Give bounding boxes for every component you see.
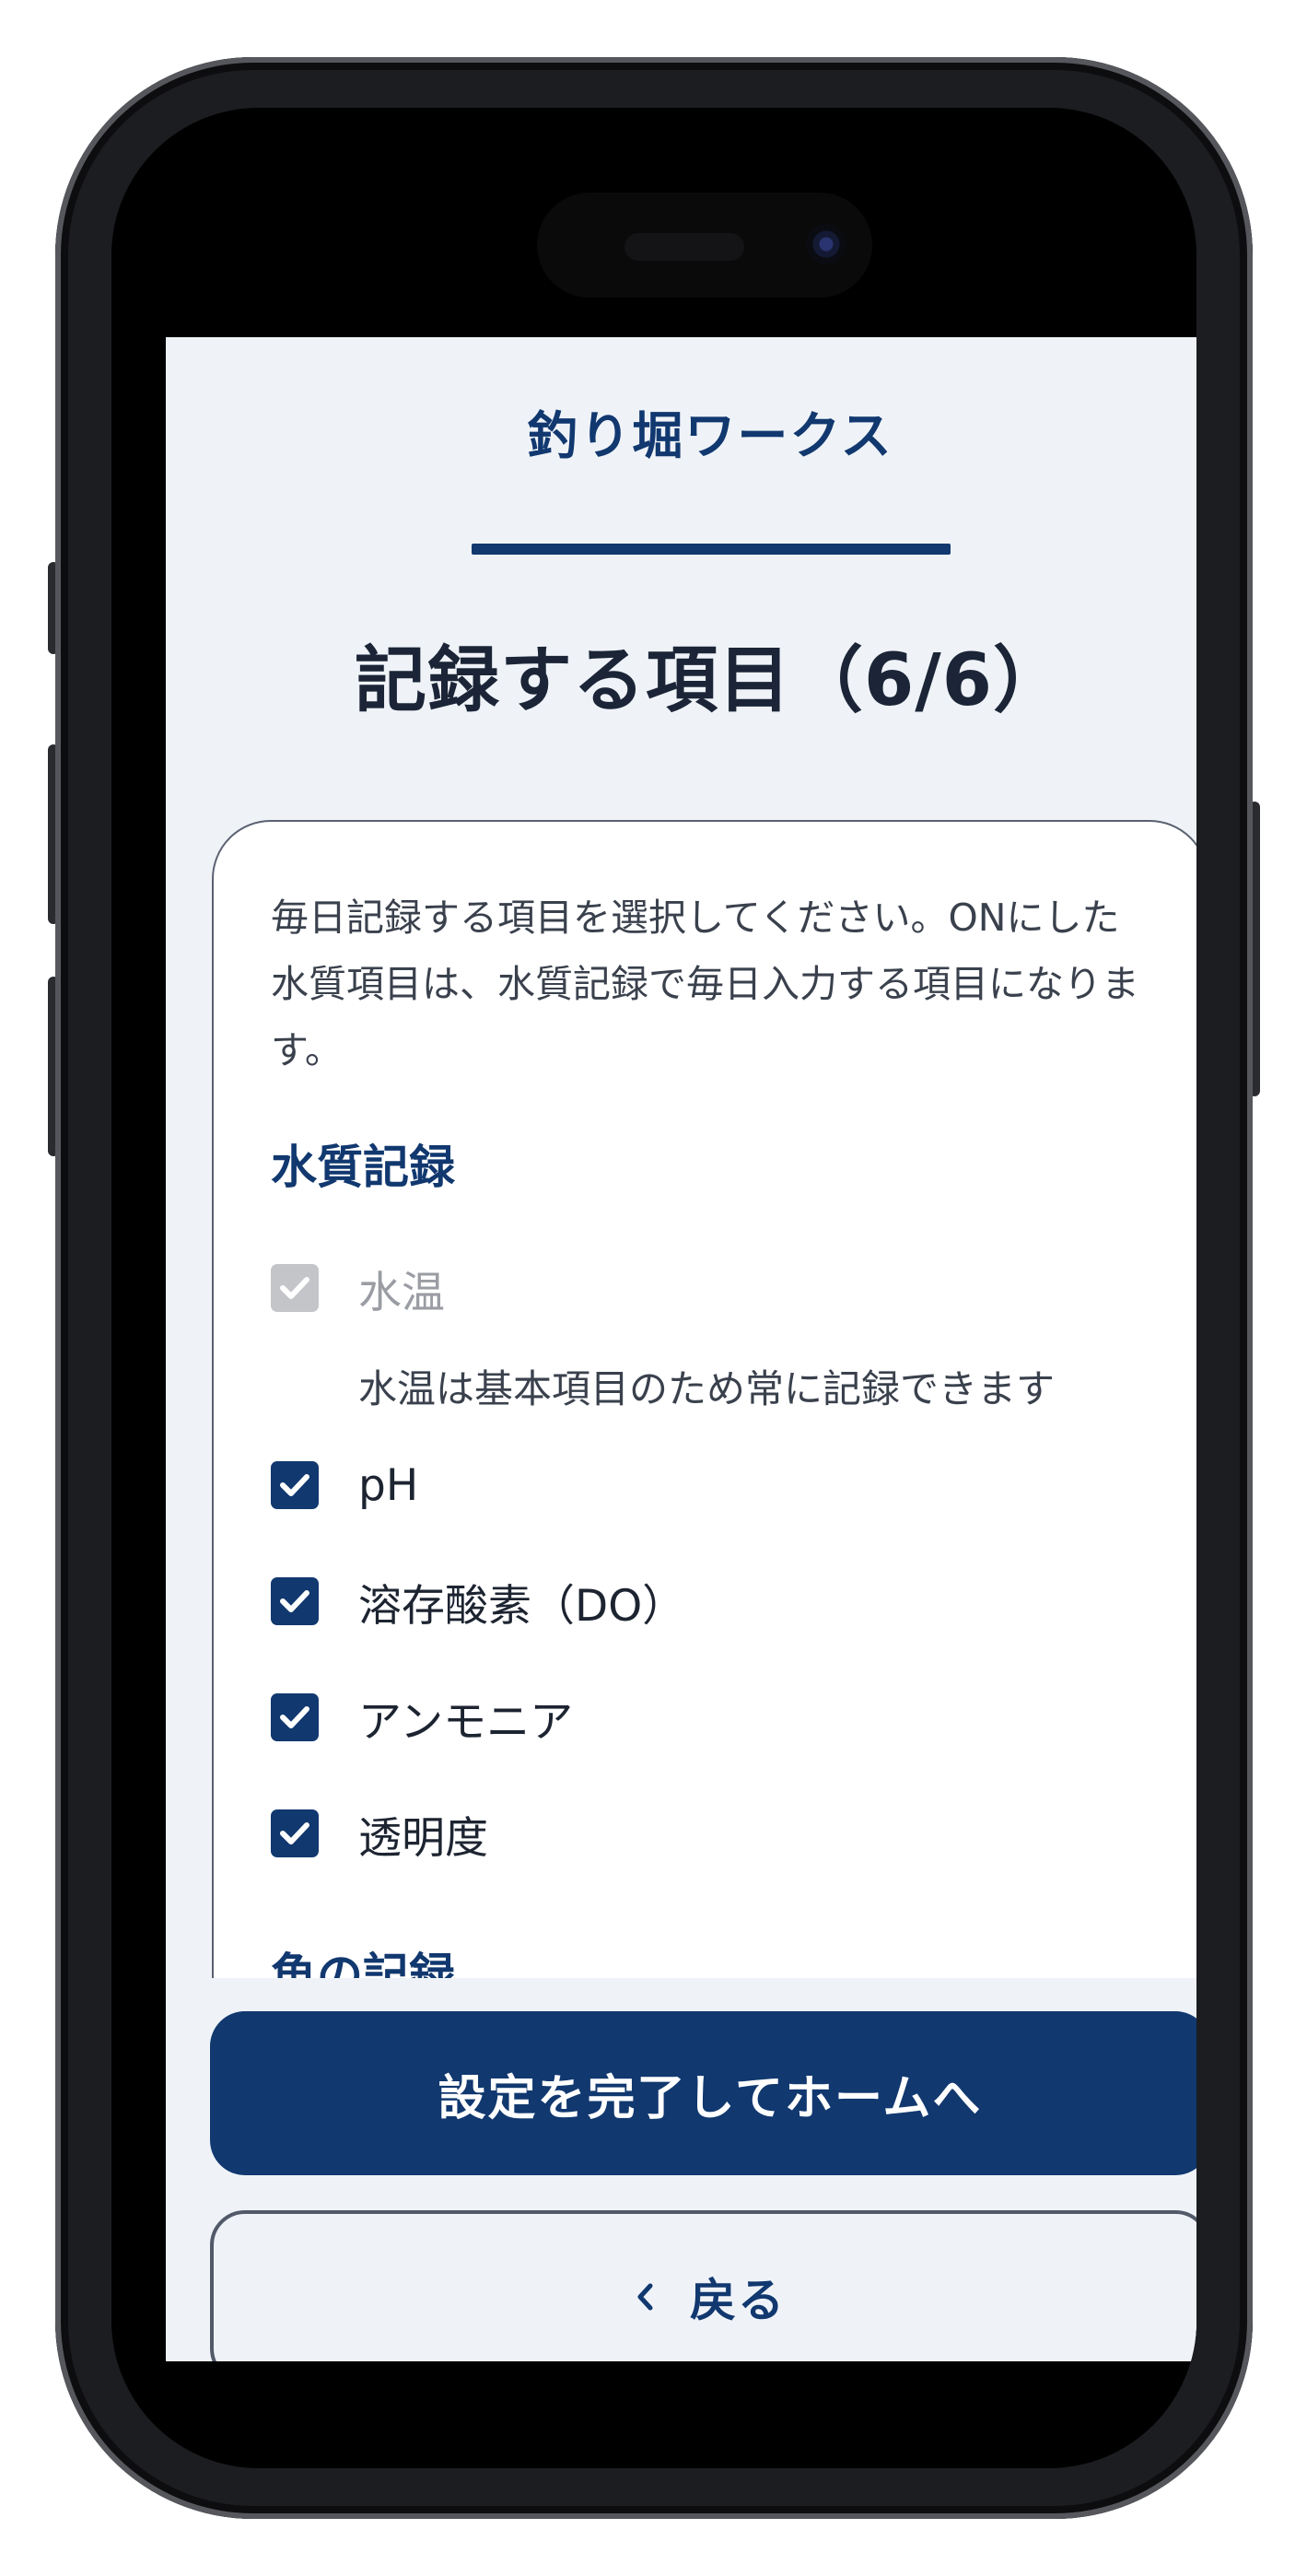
option-label: アンモニア	[358, 1696, 574, 1748]
brand-title: 釣り堀ワークス	[527, 406, 893, 465]
option-dissolved-oxygen[interactable]: 溶存酸素（DO）	[271, 1574, 685, 1632]
phone-bezel: 釣り堀ワークス 記録する項目（6/6） 毎日記録する項目を選択してください。ON…	[111, 108, 1196, 2468]
app-screen: 釣り堀ワークス 記録する項目（6/6） 毎日記録する項目を選択してください。ON…	[166, 337, 1196, 2361]
back-button[interactable]: 戻る	[210, 2210, 1196, 2361]
option-water-temperature: 水温	[271, 1260, 445, 1318]
island-sensor	[624, 233, 744, 261]
dynamic-island	[537, 193, 872, 298]
option-transparency[interactable]: 透明度	[271, 1806, 488, 1864]
option-label: 水温	[358, 1267, 445, 1318]
front-camera-icon	[806, 224, 846, 264]
option-ammonia[interactable]: アンモニア	[271, 1690, 573, 1748]
option-ph[interactable]: pH	[271, 1458, 418, 1513]
page-title: 記録する項目（6/6）	[354, 639, 1067, 722]
checkbox-checked-icon[interactable]	[271, 1693, 319, 1741]
phone-frame: 釣り堀ワークス 記録する項目（6/6） 毎日記録する項目を選択してください。ON…	[55, 57, 1253, 2519]
complete-setup-label: 設定を完了してホームへ	[438, 2070, 983, 2126]
checkbox-checked-icon[interactable]	[271, 1461, 319, 1509]
progress-bar	[472, 544, 951, 555]
checkbox-disabled-checked-icon	[271, 1264, 319, 1312]
option-label: 透明度	[358, 1812, 488, 1864]
option-note: 水温は基本項目のため常に記録できます	[358, 1366, 1056, 1411]
section-title-water-quality: 水質記録	[271, 1141, 455, 1194]
chevron-left-icon	[635, 2282, 655, 2312]
progress-fill	[472, 544, 951, 555]
intro-text: 毎日記録する項目を選択してください。ONにした水質項目は、水質記録で毎日入力する…	[271, 896, 1139, 1072]
checkbox-checked-icon[interactable]	[271, 1809, 319, 1857]
back-label: 戻る	[690, 2274, 786, 2327]
option-label: 溶存酸素（DO）	[358, 1580, 686, 1632]
bottom-action-panel: 設定を完了してホームへ 戻る	[166, 1978, 1196, 2361]
checkbox-checked-icon[interactable]	[271, 1577, 319, 1625]
complete-setup-button[interactable]: 設定を完了してホームへ	[210, 2011, 1196, 2175]
option-label: pH	[358, 1459, 419, 1511]
